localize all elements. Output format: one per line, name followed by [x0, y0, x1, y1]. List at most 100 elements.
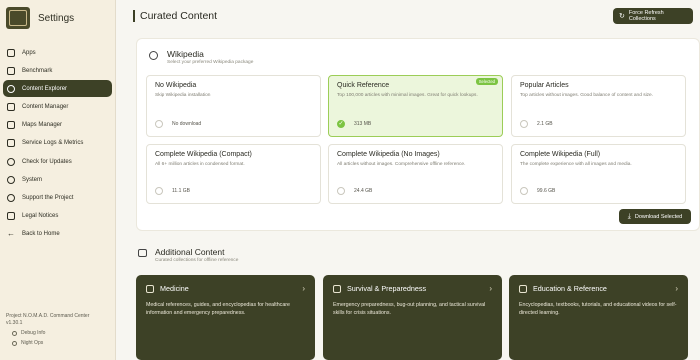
additional-subtitle: Curated collections for offline referenc… [155, 258, 239, 263]
shield-icon [333, 284, 341, 293]
document-icon [7, 212, 15, 221]
option-size: 24.4 GB [354, 188, 373, 194]
additional-content-header: Additional Content Curated collections f… [138, 247, 238, 263]
sidebar-item-label: Check for Updates [22, 158, 72, 165]
wiki-option-popular[interactable]: Popular Articles Top articles without im… [511, 75, 686, 137]
option-desc: Top 100,000 articles with minimal images… [337, 93, 478, 98]
sidebar-item-label: Content Manager [22, 104, 69, 111]
wiki-option-no-images[interactable]: Complete Wikipedia (No Images) All artic… [328, 144, 503, 204]
collection-desc: Medical references, guides, and encyclop… [146, 302, 290, 316]
page-title: Curated Content [133, 10, 217, 22]
debug-info-label: Debug Info [21, 330, 46, 336]
option-title: Quick Reference [337, 82, 390, 89]
option-title: Complete Wikipedia (Compact) [155, 151, 252, 158]
additional-title: Additional Content [155, 247, 225, 257]
bug-icon [12, 331, 17, 336]
collection-title: Education & Reference [533, 284, 607, 293]
folder-icon [7, 103, 15, 112]
option-radio[interactable] [155, 120, 163, 128]
terminal-icon [7, 48, 15, 57]
collection-card-education[interactable]: Education & Reference › Encyclopedias, te… [509, 275, 688, 360]
option-desc: Top articles without images. Good balanc… [520, 93, 654, 98]
sidebar-nav: Apps Benchmark Content Explorer Content … [0, 40, 115, 243]
sidebar-item-content-manager[interactable]: Content Manager [3, 99, 112, 116]
collection-desc: Emergency preparedness, bug-out planning… [333, 302, 486, 316]
sidebar-item-system[interactable]: System [3, 171, 112, 188]
collection-card-medicine[interactable]: Medicine › Medical references, guides, an… [136, 275, 315, 360]
collection-desc: Encyclopedias, textbooks, tutorials, and… [519, 302, 677, 316]
chevron-right-icon: › [675, 284, 678, 293]
sidebar-item-label: Content Explorer [22, 85, 68, 92]
option-size: 2.1 GB [537, 121, 553, 127]
sidebar: Settings Apps Benchmark Content Explorer… [0, 0, 116, 360]
medical-icon [146, 284, 154, 293]
sidebar-item-service-logs[interactable]: Service Logs & Metrics [3, 135, 112, 152]
option-radio[interactable] [520, 120, 528, 128]
page-title-text: Curated Content [140, 10, 218, 22]
moon-icon [12, 341, 17, 346]
sidebar-item-apps[interactable]: Apps [3, 44, 112, 61]
wikipedia-header: Wikipedia Select your preferred Wikipedi… [149, 49, 253, 65]
collection-card-survival[interactable]: Survival & Preparedness › Emergency prepa… [323, 275, 502, 360]
arrow-left-icon: ← [7, 229, 15, 239]
wiki-option-quick-reference[interactable]: Selected Quick Reference Top 100,000 art… [328, 75, 503, 137]
sidebar-item-label: Service Logs & Metrics [22, 140, 84, 147]
sidebar-title: Settings [38, 12, 75, 24]
option-size: 99.6 GB [537, 188, 556, 194]
sidebar-item-maps-manager[interactable]: Maps Manager [3, 117, 112, 134]
refresh-icon: ↻ [619, 13, 625, 20]
option-radio[interactable] [520, 187, 528, 195]
option-title: Popular Articles [520, 82, 569, 89]
sidebar-item-check-updates[interactable]: Check for Updates [3, 153, 112, 170]
sidebar-item-benchmark[interactable]: Benchmark [3, 62, 112, 79]
sidebar-item-legal[interactable]: Legal Notices [3, 208, 112, 225]
logs-icon [7, 139, 15, 148]
book-icon [519, 284, 527, 293]
option-size: 11.1 GB [172, 188, 190, 194]
debug-info-link[interactable]: Debug Info [12, 330, 89, 337]
option-size: 313 MB [354, 121, 372, 127]
sidebar-item-label: Maps Manager [22, 122, 63, 129]
wikipedia-panel: Wikipedia Select your preferred Wikipedi… [136, 38, 700, 231]
wiki-option-full[interactable]: Complete Wikipedia (Full) The complete e… [511, 144, 686, 204]
sidebar-item-content-explorer[interactable]: Content Explorer [3, 80, 112, 98]
main-content: Curated Content ↻ Force Refresh Collectio… [117, 0, 700, 360]
map-icon [7, 121, 15, 130]
force-refresh-button[interactable]: ↻ Force Refresh Collections [613, 8, 693, 24]
sidebar-item-back-home[interactable]: ← Back to Home [3, 226, 112, 243]
globe-icon [149, 51, 158, 60]
sidebar-item-label: Support the Project [22, 195, 74, 201]
collection-title: Survival & Preparedness [347, 284, 427, 293]
option-title: Complete Wikipedia (No Images) [337, 151, 440, 158]
download-label: Download Selected [634, 213, 683, 220]
sidebar-item-label: Back to Home [22, 231, 60, 238]
option-desc: All 6+ million articles in condensed for… [155, 162, 245, 167]
sidebar-item-support[interactable]: Support the Project [3, 190, 112, 207]
collection-title: Medicine [160, 284, 189, 293]
nomad-logo [6, 7, 30, 29]
check-icon[interactable]: ✓ [337, 120, 345, 128]
download-selected-button[interactable]: ⤓ Download Selected [619, 209, 691, 224]
option-title: Complete Wikipedia (Full) [520, 151, 601, 158]
option-radio[interactable] [337, 187, 345, 195]
option-desc: All articles without images. Comprehensi… [337, 162, 466, 167]
project-name: Project N.O.M.A.D. Command Center [6, 313, 90, 319]
chart-icon [7, 66, 15, 75]
brand: Settings [0, 0, 115, 36]
option-radio[interactable] [155, 187, 163, 195]
wikipedia-subtitle: Select your preferred Wikipedia package [167, 60, 254, 65]
version-label: v1.30.1 [6, 320, 23, 326]
collection-icon [138, 249, 147, 257]
sidebar-item-label: Legal Notices [22, 213, 59, 220]
sidebar-item-label: Benchmark [22, 67, 53, 74]
theme-label: Night Ops [21, 340, 44, 346]
wiki-option-compact[interactable]: Complete Wikipedia (Compact) All 6+ mill… [146, 144, 321, 204]
theme-toggle[interactable]: Night Ops [12, 340, 89, 347]
sidebar-footer: Project N.O.M.A.D. Command Center v1.30.… [6, 313, 89, 347]
refresh-icon [7, 157, 15, 166]
option-desc: Skip Wikipedia installation [155, 93, 211, 98]
option-size: No download [172, 121, 202, 127]
wiki-option-none[interactable]: No Wikipedia Skip Wikipedia installation… [146, 75, 321, 137]
heart-icon [7, 194, 15, 202]
chevron-right-icon: › [489, 284, 492, 293]
